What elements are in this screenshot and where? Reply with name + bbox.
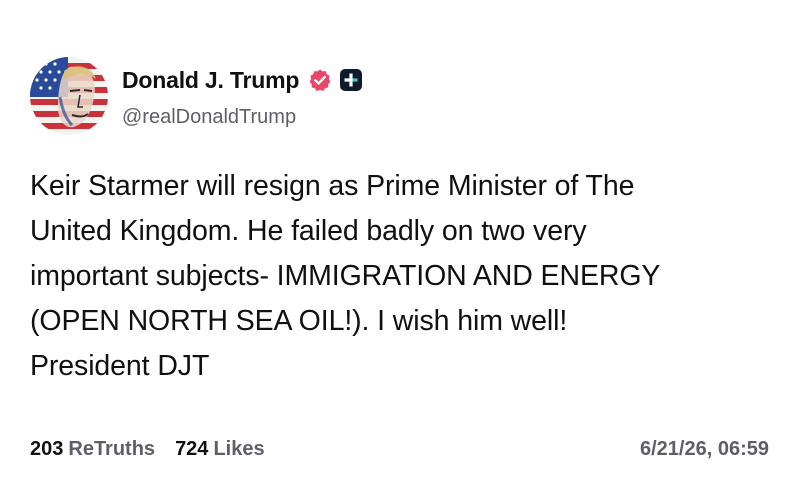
retruths-label: ReTruths	[68, 438, 156, 460]
retruths-count: 203	[30, 438, 64, 460]
plus-badge-icon	[339, 68, 363, 92]
post-stats: 203 ReTruths 724 Likes	[30, 437, 285, 461]
post-text-line: Keir Starmer will resign as Prime Minist…	[30, 170, 635, 202]
post-text-line: important subjects- IMMIGRATION AND ENER…	[30, 260, 661, 292]
likes-stat[interactable]: 724 Likes	[175, 437, 265, 461]
author-display-name[interactable]: Donald J. Trump	[122, 66, 299, 94]
retruths-stat[interactable]: 203 ReTruths	[30, 437, 155, 461]
flag-portrait-avatar	[30, 57, 108, 135]
author-handle[interactable]: @realDonaldTrump	[122, 105, 296, 129]
post-card: Donald J. Trump @realDonaldTrump Keir St…	[0, 0, 799, 477]
post-timestamp[interactable]: 6/21/26, 06:59	[640, 437, 769, 461]
likes-count: 724	[175, 438, 209, 460]
post-text-line: President DJT	[30, 350, 210, 382]
avatar[interactable]	[30, 57, 108, 135]
likes-label: Likes	[213, 438, 265, 460]
post-text-line: United Kingdom. He failed badly on two v…	[30, 215, 587, 247]
post-text-line: (OPEN NORTH SEA OIL!). I wish him well!	[30, 305, 568, 337]
post-body: Keir Starmer will resign as Prime Minist…	[30, 164, 770, 389]
author-name-row: Donald J. Trump	[122, 66, 363, 94]
verified-badge-icon	[308, 68, 332, 92]
